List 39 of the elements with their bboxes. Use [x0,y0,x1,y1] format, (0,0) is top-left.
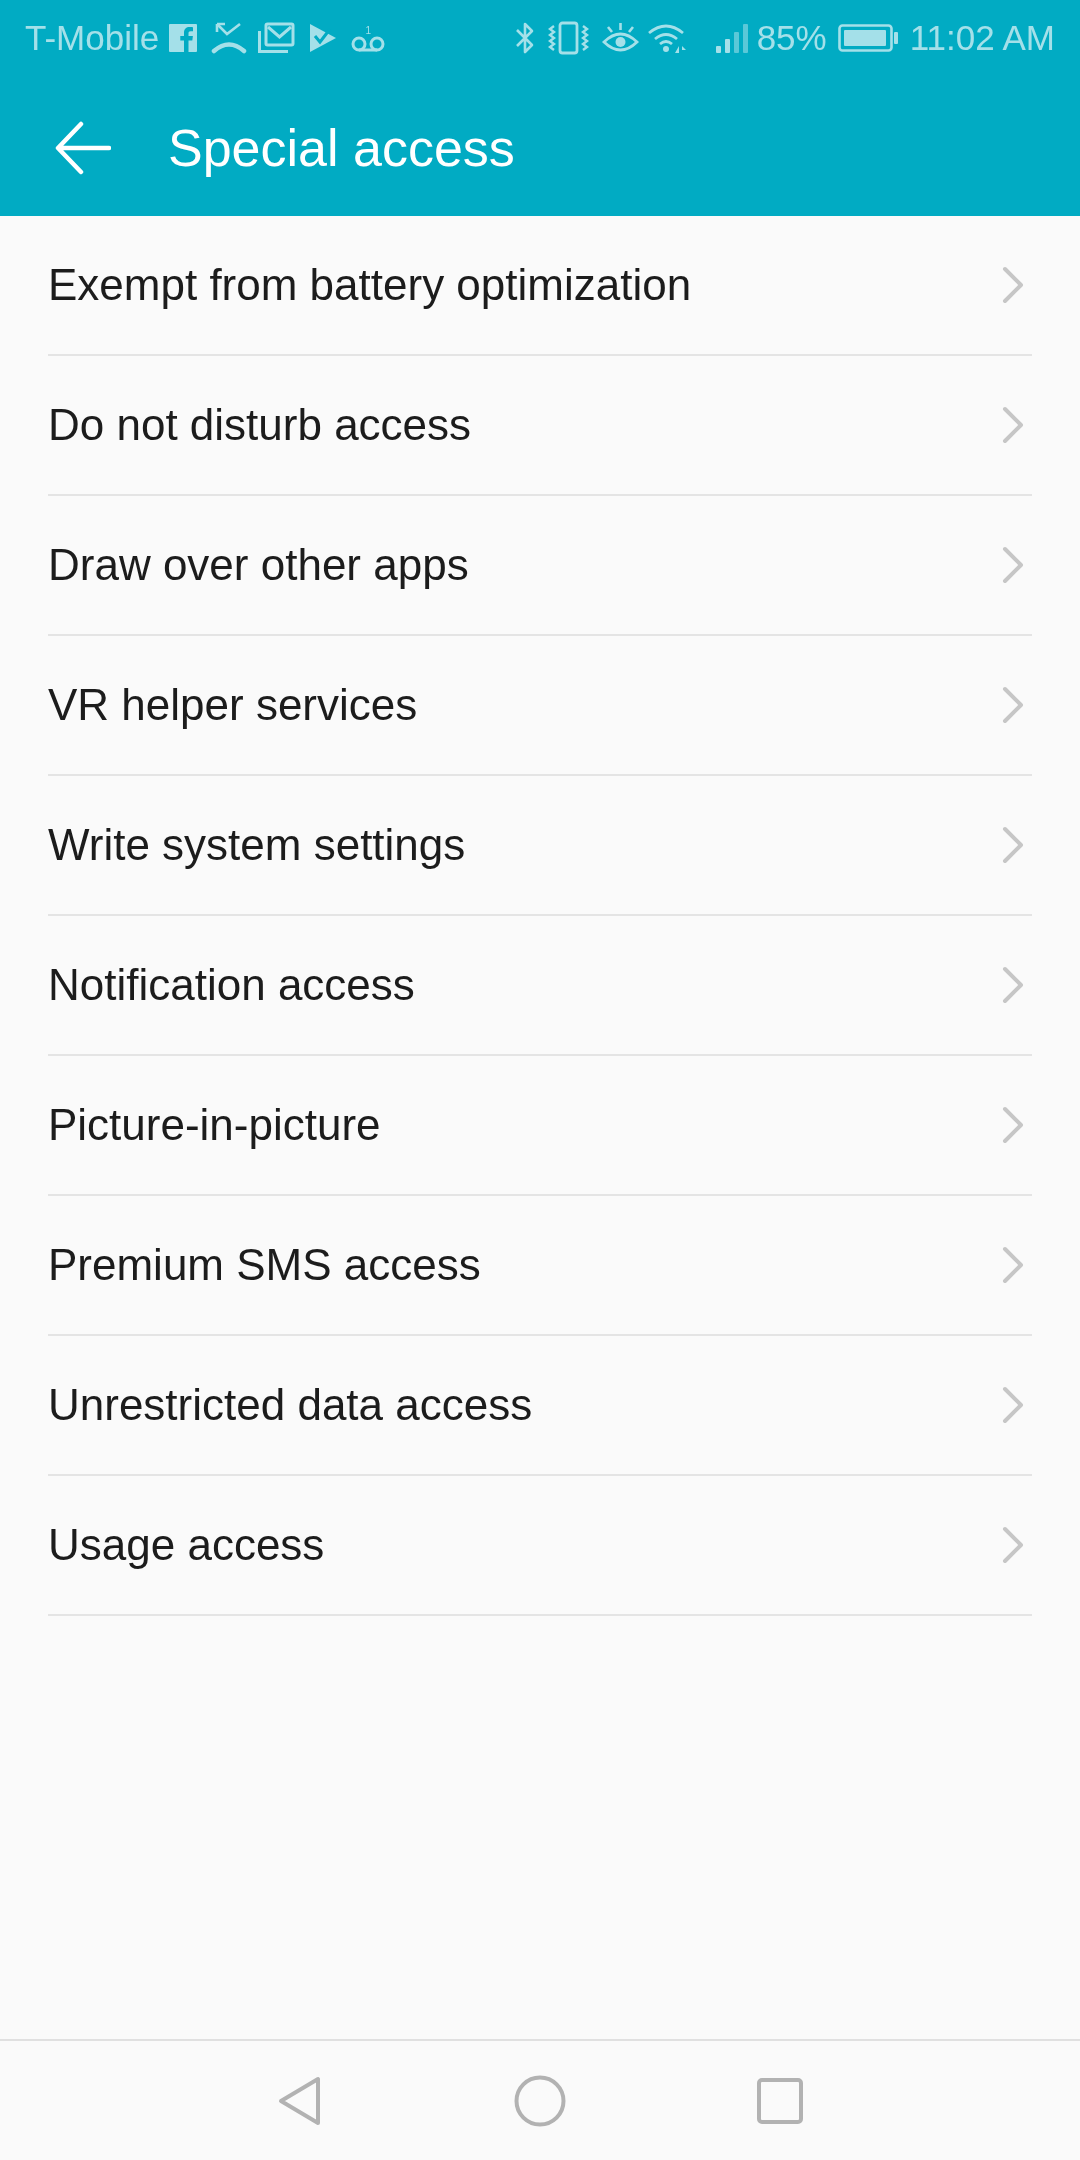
settings-list-item[interactable]: Premium SMS access [48,1196,1032,1336]
check-flag-icon [309,23,338,53]
chevron-icon [1002,966,1024,1004]
chevron-icon [1002,686,1024,724]
settings-list-item[interactable]: Picture-in-picture [48,1056,1032,1196]
bluetooth-icon [513,21,536,55]
missed-call-icon [211,21,248,55]
settings-list-item[interactable]: Write system settings [48,776,1032,916]
back-arrow-icon[interactable] [55,120,111,176]
chevron-icon [1002,826,1024,864]
mail-stack-icon [257,22,296,54]
facebook-icon [169,24,198,52]
settings-list-item[interactable]: VR helper services [48,636,1032,776]
chevron-icon [1002,266,1024,304]
back-icon[interactable] [278,2075,322,2126]
home-icon[interactable] [514,2074,566,2127]
carrier-name: T-Mobile [25,18,160,58]
voicemail-count: 1 [365,24,371,36]
signal-icon [714,22,751,54]
chevron-icon [1002,1386,1024,1424]
recent-apps-icon[interactable] [757,2077,803,2124]
vibrate-icon [546,21,590,55]
chevron-icon [1002,1106,1024,1144]
battery-percent: 85% [756,18,827,58]
settings-list-item[interactable]: Unrestricted data access [48,1336,1032,1476]
voicemail-icon [351,35,386,52]
chevron-icon [1002,1526,1024,1564]
clock-time: 11:02 AM [909,18,1055,58]
battery-icon [837,24,899,52]
wifi-icon [646,22,688,54]
chevron-icon [1002,406,1024,444]
settings-list-item[interactable]: Notification access [48,916,1032,1056]
settings-list-item[interactable]: Draw over other apps [48,496,1032,636]
chevron-icon [1002,1246,1024,1284]
chevron-icon [1002,546,1024,584]
settings-list-item[interactable]: Exempt from battery optimization [48,216,1032,356]
settings-list-item[interactable]: Do not disturb access [48,356,1032,496]
screen-title: Special access [168,118,515,178]
settings-list-item[interactable]: Usage access [48,1476,1032,1616]
